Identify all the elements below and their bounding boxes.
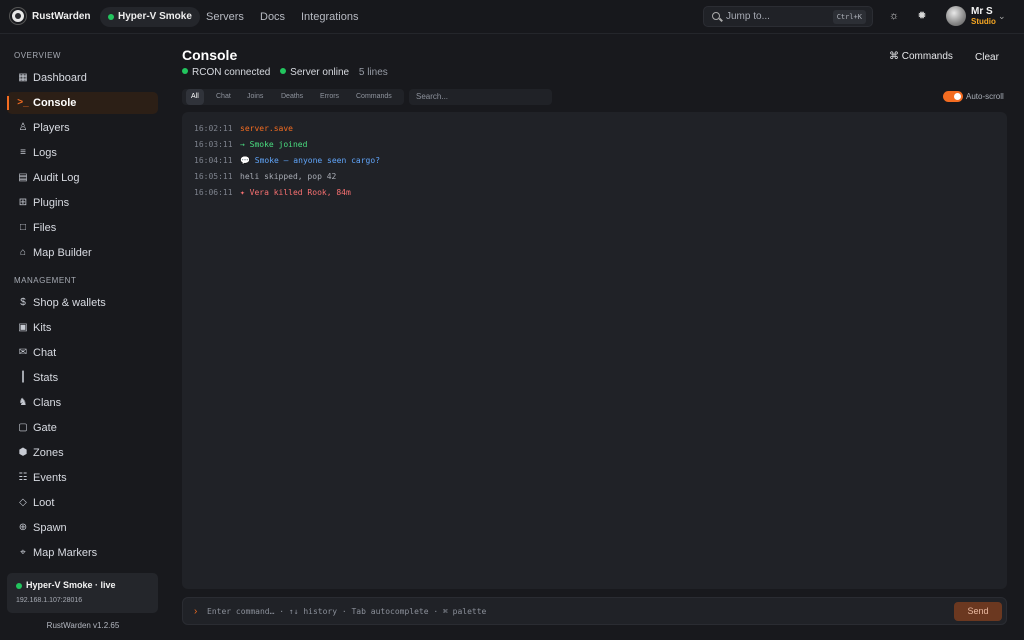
loot-icon: ◇	[19, 497, 27, 508]
logs-icon: ≡	[20, 147, 26, 158]
plugins-icon: ⊞	[18, 197, 28, 208]
server-status-card[interactable]: Hyper-V Smoke · live 192.168.1.107:28016	[7, 573, 158, 613]
sidebar-item-dashboard[interactable]: ▦ Dashboard	[7, 67, 158, 89]
sidebar-item-map-markers[interactable]: ⌖ Map Markers	[7, 542, 158, 564]
connection-status: RCON connected Server online 5 lines	[182, 67, 388, 78]
gate-icon: ▢	[18, 422, 28, 433]
dashboard-icon: ▦	[18, 72, 28, 83]
server-status-icon	[280, 68, 287, 74]
sidebar-item-loot[interactable]: ◇ Loot	[7, 492, 158, 514]
sidebar-item-spawn[interactable]: ⊕ Spawn	[7, 517, 158, 539]
sidebar-item-files[interactable]: □ Files	[7, 217, 158, 239]
sun-icon[interactable]: ☼	[887, 9, 901, 23]
server-address: 192.168.1.107:28016	[16, 597, 83, 604]
brand-name[interactable]: RustWarden	[32, 11, 91, 22]
tab-joins[interactable]: Joins	[247, 89, 263, 105]
log-line: 16:03:11 → Smoke joined	[194, 140, 308, 149]
user-role: Studio	[971, 17, 996, 26]
command-input[interactable]: › Enter command… · ↑↓ history · Tab auto…	[182, 597, 1007, 625]
stats-icon: ┃	[19, 372, 27, 383]
map-builder-icon: ⌂	[19, 247, 27, 258]
auto-scroll-label: Auto-scroll	[966, 92, 1004, 101]
sidebar-item-map-builder[interactable]: ⌂ Map Builder	[7, 242, 158, 264]
log-search-input[interactable]: Search...	[409, 89, 552, 105]
log-line: 16:04:11 💬 Smoke — anyone seen cargo?	[194, 156, 381, 165]
kits-icon: ▣	[18, 322, 28, 333]
players-icon: ♙	[18, 122, 28, 133]
files-icon: □	[19, 222, 27, 233]
settings-icon[interactable]: ✹	[915, 9, 929, 23]
sidebar-item-plugins[interactable]: ⊞ Plugins	[7, 192, 158, 214]
sidebar-item-gate[interactable]: ▢ Gate	[7, 417, 158, 439]
console-output: 16:02:11 server.save 16:03:11 → Smoke join…	[182, 112, 1007, 589]
command-placeholder: Enter command… · ↑↓ history · Tab autoco…	[207, 607, 487, 616]
server-switcher[interactable]: Hyper-V Smoke	[100, 7, 200, 27]
sidebar-item-events[interactable]: ☷ Events	[7, 467, 158, 489]
rcon-status-icon	[182, 68, 188, 74]
sidebar: OVERVIEW ▦ Dashboard >_ Console ♙ Players ≡…	[0, 35, 166, 640]
server-name: Hyper-V Smoke	[118, 11, 192, 22]
jump-search-input[interactable]: Jump to... Ctrl+K	[703, 6, 873, 27]
sidebar-item-shop-wallets[interactable]: $ Shop & wallets	[7, 292, 158, 314]
top-bar: RustWarden Hyper-V Smoke Servers Docs In…	[0, 0, 1024, 34]
live-status-icon	[16, 583, 22, 589]
commands-button[interactable]: ⌘ Commands	[889, 51, 953, 62]
clans-icon: ♞	[18, 397, 28, 408]
tab-errors[interactable]: Errors	[320, 89, 339, 105]
sidebar-item-console[interactable]: >_ Console	[7, 92, 158, 114]
sidebar-item-kits[interactable]: ▣ Kits	[7, 317, 158, 339]
overview-heading: OVERVIEW	[14, 51, 61, 60]
sidebar-item-clans[interactable]: ♞ Clans	[7, 392, 158, 414]
shop-icon: $	[20, 297, 26, 308]
tab-commands[interactable]: Commands	[356, 89, 392, 105]
management-heading: MANAGEMENT	[14, 276, 77, 285]
auto-scroll-toggle[interactable]	[943, 91, 963, 102]
send-button[interactable]: Send	[954, 602, 1002, 621]
line-count: 5 lines	[358, 67, 388, 78]
zones-icon: ⬢	[18, 447, 28, 458]
page-title: Console	[182, 47, 238, 63]
events-icon: ☷	[18, 472, 28, 483]
chevron-down-icon[interactable]: ⌄	[998, 11, 1006, 22]
log-filter-tabs: All Chat Joins Deaths Errors Commands	[182, 89, 404, 105]
log-line: 16:05:11 heli skipped, pop 42	[194, 172, 337, 181]
online-status-icon	[108, 14, 114, 20]
sidebar-item-audit-log[interactable]: ▤ Audit Log	[7, 167, 158, 189]
map-marker-icon: ⌖	[20, 547, 26, 558]
chat-icon: ✉	[18, 347, 28, 358]
log-line: 16:06:11 ✦ Vera killed Rook, 84m	[194, 188, 351, 197]
sidebar-item-zones[interactable]: ⬢ Zones	[7, 442, 158, 464]
search-icon	[712, 12, 720, 20]
chevron-right-icon: ›	[194, 606, 198, 617]
nav-servers[interactable]: Servers	[206, 11, 244, 23]
user-name[interactable]: Mr S	[971, 6, 993, 17]
live-server-title: Hyper-V Smoke · live	[26, 580, 116, 590]
tab-all[interactable]: All	[186, 89, 204, 105]
sidebar-item-logs[interactable]: ≡ Logs	[7, 142, 158, 164]
nav-integrations[interactable]: Integrations	[301, 11, 358, 23]
sidebar-item-stats[interactable]: ┃ Stats	[7, 367, 158, 389]
app-version: RustWarden v1.2.65	[46, 621, 120, 630]
shortcut-badge: Ctrl+K	[832, 10, 866, 24]
spawn-icon: ⊕	[18, 522, 28, 533]
audit-log-icon: ▤	[18, 172, 28, 183]
logo-icon[interactable]	[10, 8, 26, 24]
sidebar-item-players[interactable]: ♙ Players	[7, 117, 158, 139]
sidebar-item-chat[interactable]: ✉ Chat	[7, 342, 158, 364]
log-line: 16:02:11 server.save	[194, 124, 293, 133]
nav-docs[interactable]: Docs	[260, 11, 285, 23]
tab-chat[interactable]: Chat	[216, 89, 231, 105]
console-icon: >_	[17, 97, 29, 108]
tab-deaths[interactable]: Deaths	[281, 89, 303, 105]
clear-button[interactable]: Clear	[975, 52, 999, 63]
avatar[interactable]	[946, 6, 966, 26]
console-page: Console RCON connected Server online 5 l…	[166, 35, 1024, 640]
